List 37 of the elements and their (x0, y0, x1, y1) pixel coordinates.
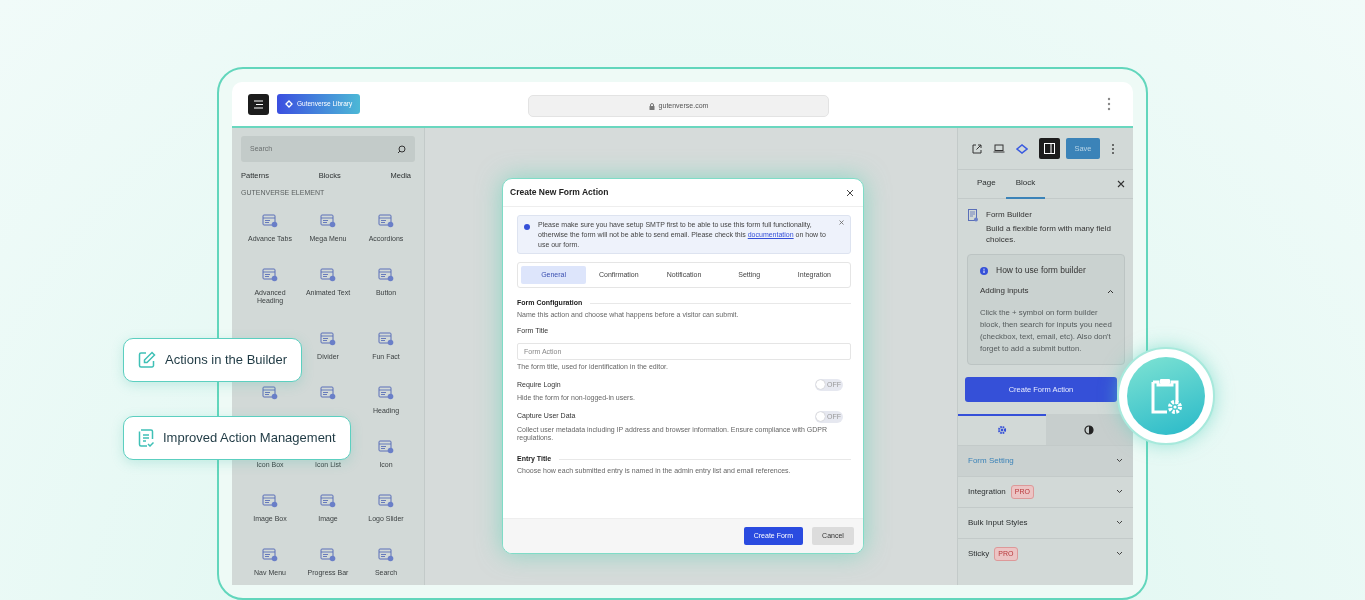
block-description: Build a flexible form with many field choices. (986, 223, 1112, 246)
menu-icon[interactable] (253, 99, 264, 109)
dialog-title: Create New Form Action (510, 186, 609, 199)
edit-icon (138, 351, 156, 369)
chevron-down-icon (1116, 489, 1123, 495)
chevron-down-icon (1116, 520, 1123, 526)
sidebar-tab[interactable]: Block (1005, 169, 1046, 199)
chevron-down-icon (1116, 458, 1123, 464)
help-section-toggle[interactable]: Adding inputs (980, 285, 1114, 297)
menu-button[interactable] (248, 93, 269, 115)
info-icon (524, 224, 530, 230)
contrast-icon (1084, 425, 1095, 436)
callout-text: Improved Action Management (163, 429, 336, 448)
sidebar-toggle-button[interactable] (1039, 138, 1060, 159)
block-title: Form Builder (986, 209, 1033, 221)
sidebar-icon[interactable] (1044, 143, 1055, 154)
external-link-icon[interactable] (972, 143, 982, 154)
document-check-icon (138, 429, 154, 447)
laptop-icon[interactable] (993, 144, 1005, 153)
panel-tab[interactable] (1045, 413, 1133, 445)
chevron-down-icon (1116, 551, 1123, 557)
settings-panel-header[interactable]: Bulk Input Styles (958, 506, 1133, 538)
close-icon[interactable] (846, 188, 854, 197)
lock-icon (648, 102, 655, 110)
info-icon (980, 266, 988, 275)
form-icon (968, 209, 978, 222)
sidebar-tab[interactable]: Page (967, 169, 1006, 199)
search-icon (397, 144, 406, 154)
help-title: How to use form builder (996, 264, 1086, 277)
clipboard-gear-icon (1149, 377, 1183, 415)
logo-icon[interactable] (1016, 143, 1028, 154)
more-icon[interactable] (1111, 142, 1115, 155)
gear-icon (996, 425, 1007, 436)
callout-text: Actions in the Builder (165, 351, 288, 370)
close-icon[interactable] (1117, 180, 1125, 188)
more-icon[interactable] (1107, 97, 1111, 111)
logo-icon (285, 100, 293, 108)
